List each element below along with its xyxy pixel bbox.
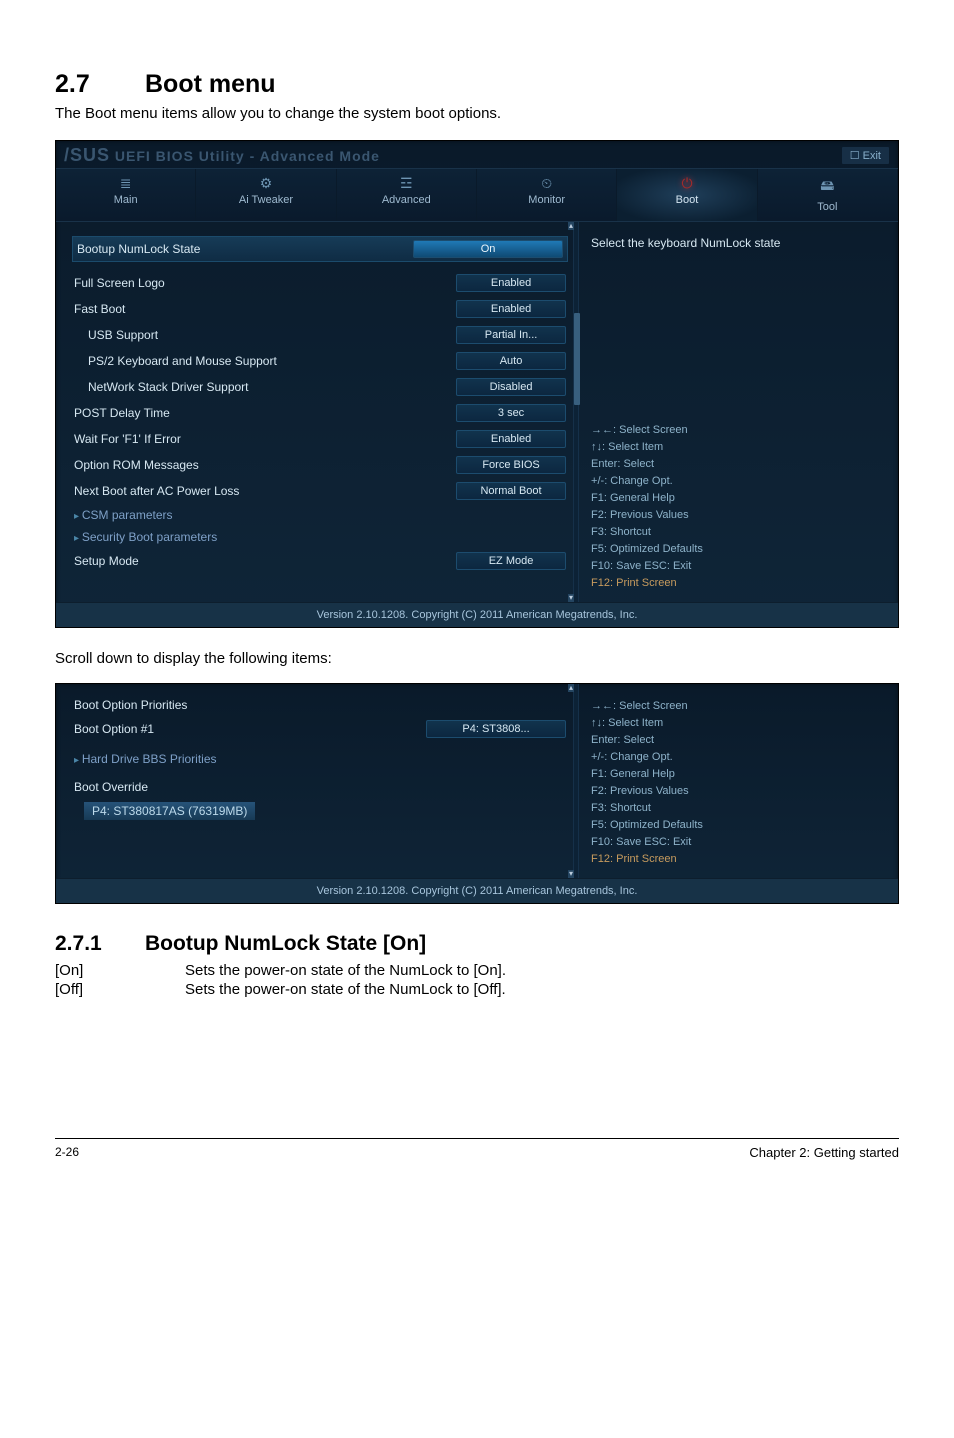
row-full-screen-logo[interactable]: Full Screen Logo Enabled [72,270,568,296]
subsection-number: 2.7.1 [55,932,145,956]
scroll-down-note: Scroll down to display the following ite… [55,650,899,667]
function-key-legend: →←: Select Screen ↑↓: Select Item Enter:… [591,422,888,592]
row-hard-drive-priorities[interactable]: Hard Drive BBS Priorities [72,748,568,770]
value-fastboot[interactable]: Enabled [456,300,566,318]
bios-screenshot-boot: /SUS UEFI BIOS Utility - Advanced Mode ☐… [55,140,899,628]
row-wait-f1[interactable]: Wait For 'F1' If Error Enabled [72,426,568,452]
bios-right-panel: ▴ ▾ Select the keyboard NumLock state →←… [578,222,898,602]
row-network-stack[interactable]: NetWork Stack Driver Support Disabled [72,374,568,400]
row-ps2-support[interactable]: PS/2 Keyboard and Mouse Support Auto [72,348,568,374]
bios-left-panel: Bootup NumLock State On Full Screen Logo… [56,222,578,602]
value-ps2[interactable]: Auto [456,352,566,370]
power-icon: ⏻ [617,175,756,192]
row-boot-option-priorities: Boot Option Priorities [72,694,568,716]
page-footer: 2-26 Chapter 2: Getting started [55,1138,899,1160]
row-next-boot[interactable]: Next Boot after AC Power Loss Normal Boo… [72,478,568,504]
tab-monitor[interactable]: ⏲Monitor [477,169,617,221]
row-csm-parameters[interactable]: CSM parameters [72,504,568,526]
value-usb[interactable]: Partial In... [456,326,566,344]
value-numlock[interactable]: On [413,240,563,258]
row-fast-boot[interactable]: Fast Boot Enabled [72,296,568,322]
scroll-down-icon[interactable]: ▾ [568,870,574,878]
scroll-down-icon[interactable]: ▾ [568,594,574,602]
page-number: 2-26 [55,1145,79,1160]
exit-button[interactable]: ☐ Exit [841,146,890,165]
scrollbar-track: ▴ ▾ [573,222,579,602]
row-option-rom[interactable]: Option ROM Messages Force BIOS [72,452,568,478]
bios-left-panel-2: Boot Option Priorities Boot Option #1 P4… [56,684,578,878]
gear-icon: ⚙ [196,175,335,192]
option-on: [On] Sets the power-on state of the NumL… [55,962,899,979]
row-p4-drive[interactable]: P4: ST380817AS (76319MB) [72,798,568,824]
chip-icon: ☲ [337,175,476,192]
gauge-icon: ⏲ [477,175,616,192]
tab-ai-tweaker[interactable]: ⚙Ai Tweaker [196,169,336,221]
scroll-up-icon[interactable]: ▴ [568,684,574,692]
row-boot-option-1[interactable]: Boot Option #1 P4: ST3808... [72,716,568,742]
tab-tool[interactable]: 🖴Tool [758,169,898,221]
section-title-text: Boot menu [145,70,276,98]
function-key-legend-2: →←: Select Screen ↑↓: Select Item Enter:… [591,698,888,868]
value-netstack[interactable]: Disabled [456,378,566,396]
row-usb-support[interactable]: USB Support Partial In... [72,322,568,348]
subsection-title-text: Bootup NumLock State [On] [145,932,426,955]
bios-titlebar: /SUS UEFI BIOS Utility - Advanced Mode ☐… [56,141,898,168]
bios-version-footer: Version 2.10.1208. Copyright (C) 2011 Am… [56,602,898,627]
bios-tabs: ≣Main ⚙Ai Tweaker ☲Advanced ⏲Monitor ⏻Bo… [56,168,898,222]
chapter-label: Chapter 2: Getting started [749,1145,899,1160]
value-nextboot[interactable]: Normal Boot [456,482,566,500]
scrollbar-track-2: ▴ ▾ [573,684,579,878]
bios-screenshot-boot-continued: Boot Option Priorities Boot Option #1 P4… [55,683,899,904]
row-security-boot[interactable]: Security Boot parameters [72,526,568,548]
value-waitf1[interactable]: Enabled [456,430,566,448]
toolbox-icon: 🖴 [758,175,897,199]
tab-advanced[interactable]: ☲Advanced [337,169,477,221]
scroll-up-icon[interactable]: ▴ [568,222,574,230]
row-setup-mode[interactable]: Setup Mode EZ Mode [72,548,568,574]
tab-main[interactable]: ≣Main [56,169,196,221]
value-optrom[interactable]: Force BIOS [456,456,566,474]
value-boot-option-1[interactable]: P4: ST3808... [426,720,566,738]
bios-right-panel-2: ▴ ▾ →←: Select Screen ↑↓: Select Item En… [578,684,898,878]
subsection-heading: 2.7.1Bootup NumLock State [On] [55,932,899,956]
row-boot-override: Boot Override [72,776,568,798]
value-setupmode[interactable]: EZ Mode [456,552,566,570]
row-post-delay[interactable]: POST Delay Time 3 sec [72,400,568,426]
scrollbar-thumb[interactable] [574,313,580,405]
bios-version-footer-2: Version 2.10.1208. Copyright (C) 2011 Am… [56,878,898,903]
section-heading: 2.7Boot menu [55,70,899,99]
bios-utility-title: UEFI BIOS Utility - Advanced Mode [110,148,380,164]
bios-brand: /SUS [64,145,110,165]
list-icon: ≣ [56,175,195,192]
value-fullscreen[interactable]: Enabled [456,274,566,292]
option-off: [Off] Sets the power-on state of the Num… [55,981,899,998]
row-bootup-numlock[interactable]: Bootup NumLock State On [72,236,568,262]
section-number: 2.7 [55,70,145,99]
tab-boot[interactable]: ⏻Boot [617,169,757,221]
section-intro: The Boot menu items allow you to change … [55,105,899,122]
value-postdelay[interactable]: 3 sec [456,404,566,422]
option-description: Select the keyboard NumLock state [591,236,888,386]
